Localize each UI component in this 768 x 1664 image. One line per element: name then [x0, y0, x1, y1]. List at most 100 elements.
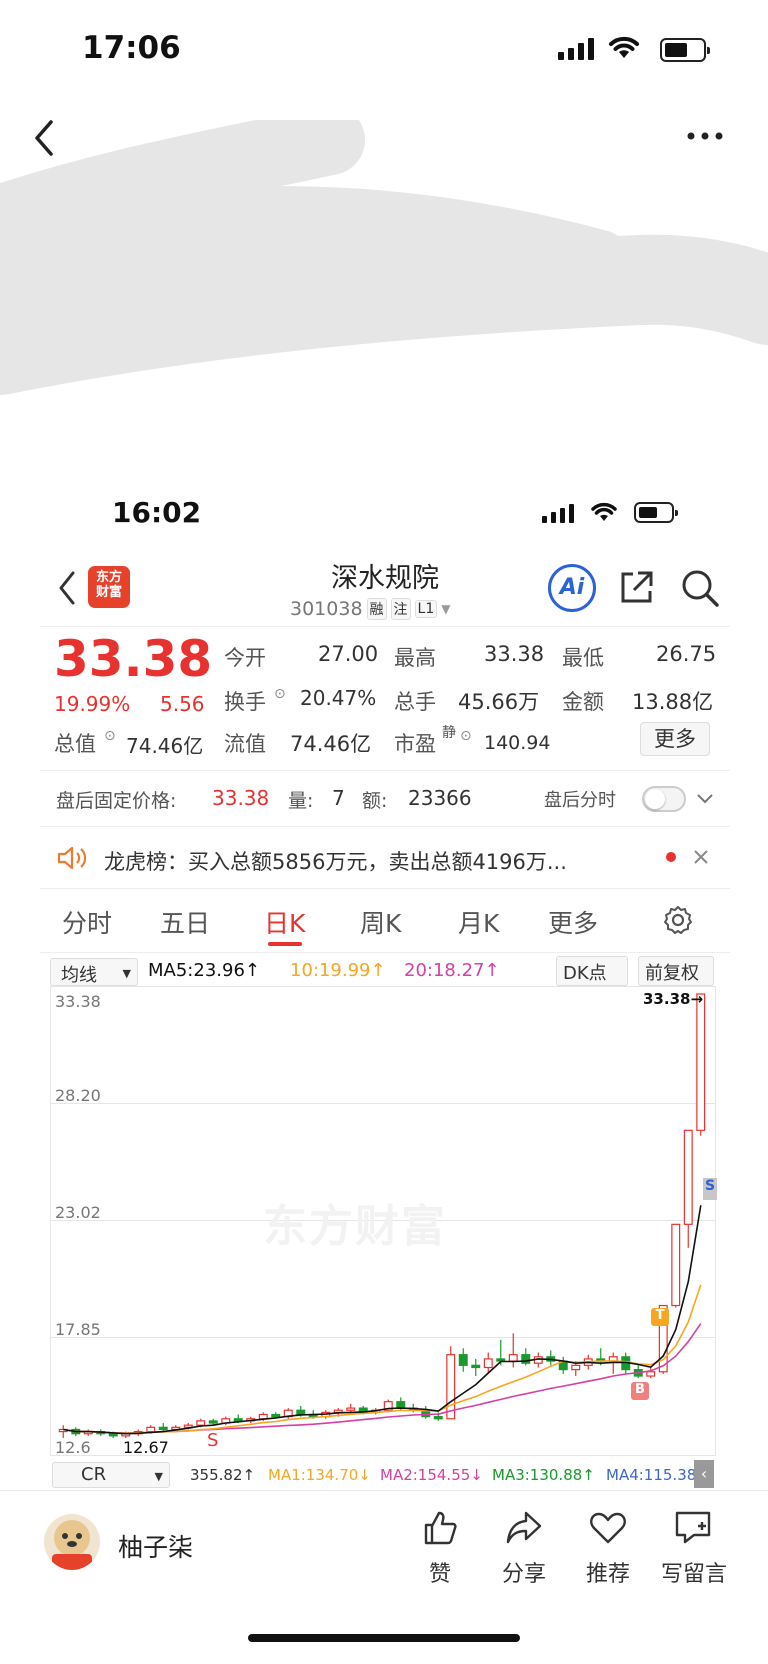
inner-status-time: 16:02: [112, 496, 202, 529]
stock-name: 深水规院: [331, 563, 439, 594]
signal-b[interactable]: B: [631, 1382, 649, 1400]
after-hours-toggle[interactable]: [642, 786, 686, 812]
cr-ma1: MA1:134.70↓: [268, 1466, 371, 1484]
dk-point-button[interactable]: DK点: [556, 956, 628, 986]
indicator-select[interactable]: 均线 ▼: [50, 958, 138, 986]
candlestick-plot: [58, 993, 706, 1438]
signal-s1[interactable]: S: [207, 1430, 218, 1451]
app-logo: 东方财富: [88, 566, 130, 608]
y-tick-4: 17.85: [55, 1320, 101, 1339]
open-value: 27.00: [318, 642, 379, 666]
candle-body: [446, 1354, 456, 1420]
ma20-label: 20:18.27↑: [404, 960, 500, 981]
y-tick-3: 23.02: [55, 1203, 101, 1222]
open-label: 今开: [224, 646, 266, 670]
float-value: 74.46亿: [290, 732, 372, 756]
info-icon[interactable]: ⊙: [274, 686, 286, 702]
high-value: 33.38: [484, 642, 545, 666]
ma5-label: MA5:23.96↑: [148, 960, 260, 981]
mktcap-info-icon[interactable]: ⊙: [104, 728, 116, 744]
candle-body: [458, 1354, 468, 1366]
like-icon[interactable]: [420, 1508, 460, 1548]
cr-select[interactable]: CR ▼: [52, 1462, 170, 1488]
speaker-icon: [57, 846, 87, 870]
candle-body: [671, 1223, 681, 1307]
kline-chart[interactable]: 东方财富 33.38 28.20 23.02 17.85 12.6 33.38→…: [50, 986, 717, 1457]
after-hours-vol: 7: [332, 786, 345, 810]
divider: [40, 952, 730, 953]
comment-icon[interactable]: [672, 1508, 714, 1548]
redaction-scribble: [0, 105, 768, 410]
change-percent: 19.99%: [54, 692, 131, 716]
candle-body: [483, 1358, 493, 1369]
cr-ma4: MA4:115.38: [606, 1466, 697, 1484]
collapse-icon[interactable]: ‹: [694, 1460, 714, 1488]
y-tick-2: 28.20: [55, 1086, 101, 1105]
pe-label: 市盈: [394, 732, 436, 756]
divider: [40, 888, 730, 889]
after-hours-amt-label: 额:: [362, 790, 388, 812]
volume-value: 45.66万: [458, 690, 540, 714]
current-price: 33.38: [54, 630, 213, 688]
close-icon[interactable]: [692, 848, 710, 866]
share-icon[interactable]: [618, 568, 656, 606]
username[interactable]: 柚子柒: [118, 1528, 193, 1564]
cr-value: 355.82↑: [190, 1466, 256, 1484]
tab-more[interactable]: 更多: [548, 904, 598, 940]
like-label[interactable]: 赞: [420, 1556, 460, 1588]
tab-weekly-k[interactable]: 周K: [360, 904, 401, 940]
inner-battery-icon: [634, 502, 678, 523]
after-hours-price: 33.38: [212, 786, 270, 810]
tab-intraday[interactable]: 分时: [62, 904, 112, 940]
search-icon[interactable]: [680, 568, 720, 608]
share-label[interactable]: 分享: [494, 1556, 554, 1588]
cr-ma2: MA2:154.55↓: [380, 1466, 483, 1484]
candle-body: [346, 1407, 356, 1411]
volume-label: 总手: [394, 690, 436, 714]
chevron-down-icon[interactable]: [696, 792, 714, 806]
heart-icon[interactable]: [588, 1508, 628, 1548]
comment-label[interactable]: 写留言: [652, 1556, 736, 1588]
wifi-icon: [609, 36, 639, 58]
stock-back-icon[interactable]: [56, 570, 78, 606]
divider: [40, 770, 730, 771]
after-hours-amt: 23366: [408, 786, 472, 810]
share-forward-icon[interactable]: [504, 1508, 544, 1548]
tab-daily-k[interactable]: 日K: [264, 904, 305, 940]
candle-body: [396, 1401, 406, 1409]
candle-body: [471, 1364, 481, 1369]
mktcap-label: 总值: [54, 732, 96, 756]
candle-body: [433, 1416, 443, 1420]
tab-monthly-k[interactable]: 月K: [458, 904, 499, 940]
signal-t[interactable]: T: [651, 1308, 669, 1326]
adjust-price-button[interactable]: 前复权: [638, 956, 714, 986]
after-hours-vol-label: 量:: [288, 790, 314, 812]
tab-five-day[interactable]: 五日: [160, 904, 210, 940]
more-quotes-button[interactable]: 更多: [640, 722, 710, 756]
cr-select-label: CR: [81, 1464, 107, 1485]
ai-button[interactable]: Ai: [548, 564, 596, 612]
after-hours-label: 盘后固定价格:: [56, 790, 177, 812]
after-hours-chart-label: 盘后分时: [544, 790, 616, 811]
inner-cell-signal-icon: [542, 504, 574, 523]
recommend-label[interactable]: 推荐: [578, 1556, 638, 1588]
settings-gear-icon[interactable]: [662, 904, 694, 936]
home-indicator[interactable]: [248, 1634, 520, 1642]
avatar[interactable]: [44, 1514, 100, 1570]
dropdown-icon[interactable]: ▼: [441, 602, 450, 616]
low-label: 最低: [562, 646, 604, 670]
turnover-value: 20.47%: [300, 686, 377, 710]
battery-icon: [660, 38, 710, 62]
notice-text[interactable]: 龙虎榜：买入总额5856万元，卖出总额4196万...: [104, 846, 634, 876]
notice-dot: [666, 852, 676, 862]
candle-body: [508, 1354, 518, 1362]
cell-signal-icon: [558, 38, 594, 60]
ma20-line: [63, 1323, 702, 1434]
candle-body: [208, 1420, 218, 1424]
candle-body: [271, 1413, 281, 1418]
outer-status-time: 17:06: [82, 30, 181, 66]
signal-s2[interactable]: S: [703, 1178, 717, 1200]
pe-info-icon[interactable]: ⊙: [460, 728, 472, 744]
tag-note: 注: [390, 598, 411, 620]
candle-body: [233, 1418, 243, 1422]
